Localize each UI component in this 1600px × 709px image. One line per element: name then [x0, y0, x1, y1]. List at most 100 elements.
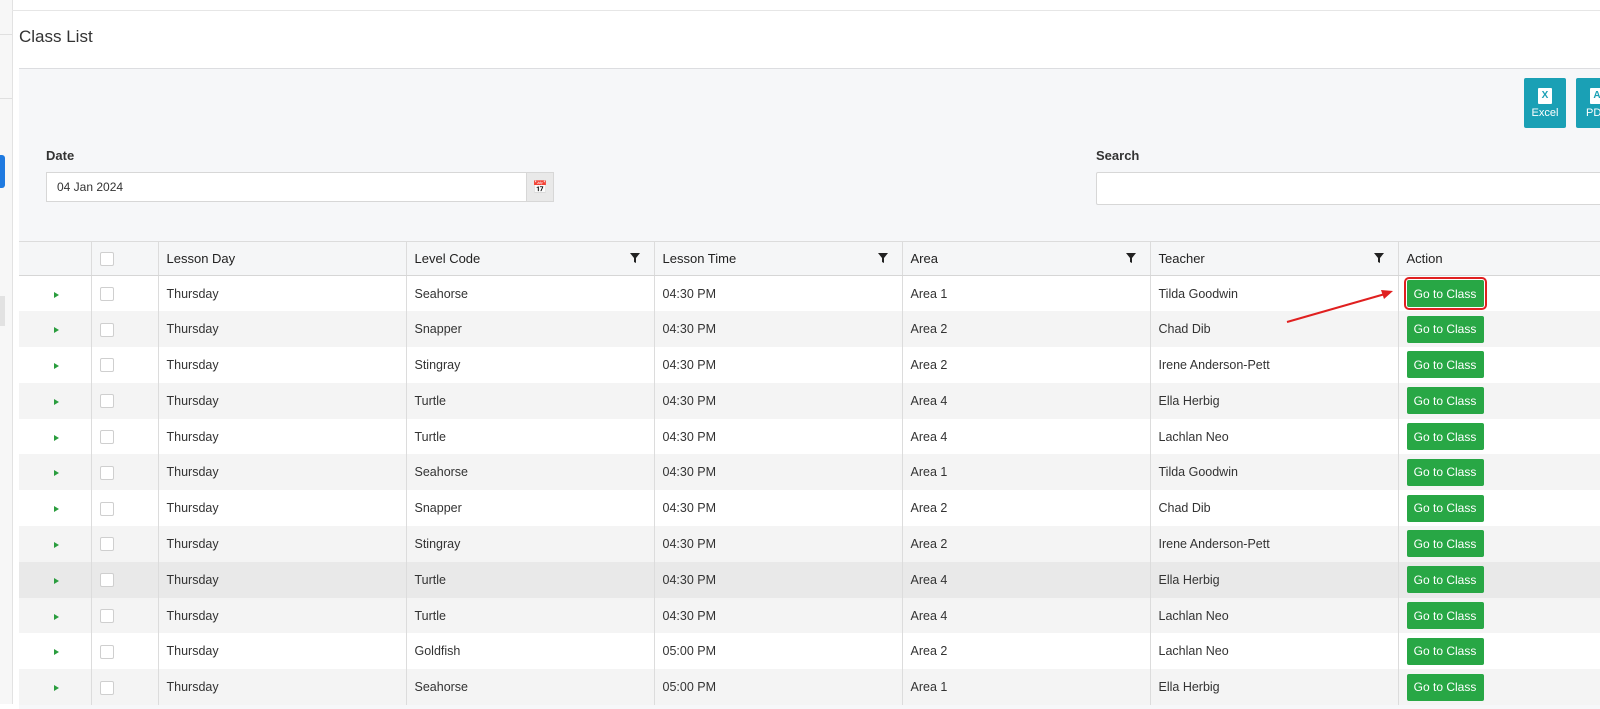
lesson-day-cell: Thursday: [158, 669, 407, 706]
go-to-class-button[interactable]: Go to Class: [1406, 423, 1484, 451]
table-row[interactable]: Thursday Snapper 04:30 PM Area 2 Chad Dib Go …: [19, 490, 1600, 527]
expand-row-icon[interactable]: [54, 434, 59, 441]
sidebar-item[interactable]: [0, 296, 5, 326]
expand-cell[interactable]: [19, 418, 92, 455]
filter-icon[interactable]: [629, 253, 640, 263]
excel-export-button[interactable]: X Excel: [1524, 78, 1566, 128]
expand-cell[interactable]: [19, 561, 92, 598]
expand-row-icon[interactable]: [54, 685, 59, 692]
row-checkbox[interactable]: [99, 644, 114, 659]
row-checkbox[interactable]: [99, 287, 114, 301]
expand-cell[interactable]: [19, 597, 92, 634]
action-cell: Go to Class: [1398, 454, 1600, 491]
expand-row-icon[interactable]: [54, 398, 59, 405]
column-header-level-code[interactable]: Level Code: [406, 241, 655, 276]
lesson-time-cell: 04:30 PM: [654, 454, 903, 491]
go-to-class-button[interactable]: Go to Class: [1406, 387, 1484, 415]
column-label: Level Code: [414, 251, 481, 266]
table-row[interactable]: Thursday Turtle 04:30 PM Area 4 Lachlan Neo G…: [19, 597, 1600, 634]
select-all-checkbox[interactable]: [99, 252, 114, 267]
row-checkbox[interactable]: [99, 429, 114, 444]
expand-cell[interactable]: [19, 382, 92, 419]
table-row[interactable]: Thursday Goldfish 05:00 PM Area 2 Lachlan Ne…: [19, 633, 1600, 670]
filter-icon[interactable]: [877, 253, 888, 263]
lesson-day-cell: Thursday: [158, 633, 407, 670]
page-title: Class List: [19, 27, 93, 46]
go-to-class-button[interactable]: Go to Class: [1406, 530, 1484, 558]
row-checkbox[interactable]: [99, 608, 114, 623]
filter-icon[interactable]: [1125, 253, 1136, 263]
teacher-cell: Ella Herbig: [1150, 669, 1399, 706]
row-checkbox[interactable]: [99, 465, 114, 480]
expand-cell[interactable]: [19, 490, 92, 527]
filter-icon[interactable]: [1373, 253, 1384, 263]
date-label: Date: [46, 148, 75, 163]
expand-row-icon[interactable]: [54, 327, 59, 334]
expand-row-icon[interactable]: [54, 362, 59, 369]
expand-cell[interactable]: [19, 454, 92, 491]
select-cell: [91, 597, 159, 634]
table-row[interactable]: Thursday Seahorse 04:30 PM Area 1 Tilda Good…: [19, 454, 1600, 491]
row-checkbox[interactable]: [99, 680, 114, 695]
table-row[interactable]: Thursday Stingray 04:30 PM Area 2 Irene Ande…: [19, 526, 1600, 562]
teacher-cell: Ella Herbig: [1150, 382, 1399, 419]
teacher-cell: Irene Anderson-Pett: [1150, 347, 1399, 383]
level-code-cell: Turtle: [406, 418, 655, 455]
expand-row-icon[interactable]: [54, 577, 59, 584]
go-to-class-button[interactable]: Go to Class: [1406, 315, 1484, 343]
select-cell: [91, 669, 159, 706]
row-checkbox[interactable]: [99, 573, 114, 588]
search-input[interactable]: [1096, 172, 1600, 205]
row-checkbox[interactable]: [99, 358, 114, 373]
go-to-class-button[interactable]: Go to Class: [1406, 566, 1484, 594]
go-to-class-button[interactable]: Go to Class: [1406, 351, 1484, 379]
table-row[interactable]: Thursday Turtle 04:30 PM Area 4 Ella Herbig G…: [19, 561, 1600, 598]
level-code-cell: Seahorse: [406, 454, 655, 491]
row-checkbox[interactable]: [99, 322, 114, 337]
expand-row-icon[interactable]: [54, 613, 59, 620]
sidebar-active-item[interactable]: [0, 155, 5, 188]
level-code-cell: Turtle: [406, 597, 655, 634]
go-to-class-button[interactable]: Go to Class: [1406, 602, 1484, 630]
lesson-time-cell: 04:30 PM: [654, 382, 903, 419]
lesson-day-cell: Thursday: [158, 597, 407, 634]
go-to-class-button[interactable]: Go to Class: [1406, 637, 1484, 665]
expand-cell[interactable]: [19, 633, 92, 670]
row-checkbox[interactable]: [99, 394, 114, 409]
area-cell: Area 1: [902, 275, 1151, 312]
select-cell: [91, 275, 159, 312]
pdf-export-button[interactable]: A PDF: [1576, 78, 1600, 128]
table-body: Thursday Seahorse 04:30 PM Area 1 Tilda Good…: [19, 275, 1600, 706]
column-header-area[interactable]: Area: [902, 241, 1151, 276]
date-picker: 📅: [46, 172, 554, 202]
expand-cell[interactable]: [19, 526, 92, 562]
column-label: Lesson Day: [166, 251, 236, 266]
expand-row-icon[interactable]: [54, 649, 59, 656]
table-row[interactable]: Thursday Turtle 04:30 PM Area 4 Lachlan Neo G…: [19, 418, 1600, 455]
expand-row-icon[interactable]: [54, 541, 59, 548]
expand-row-icon[interactable]: [54, 291, 59, 298]
select-cell: [91, 561, 159, 598]
table-row[interactable]: Thursday Seahorse 05:00 PM Area 1 Ella Herbi…: [19, 669, 1600, 706]
row-checkbox[interactable]: [99, 537, 114, 552]
table-row[interactable]: Thursday Stingray 04:30 PM Area 2 Irene Ande…: [19, 347, 1600, 383]
expand-cell[interactable]: [19, 669, 92, 706]
go-to-class-button[interactable]: Go to Class: [1406, 673, 1484, 701]
row-checkbox[interactable]: [99, 501, 114, 516]
go-to-class-button[interactable]: Go to Class: [1406, 494, 1484, 522]
expand-row-icon[interactable]: [54, 506, 59, 513]
column-header-lesson-day[interactable]: Lesson Day: [158, 241, 407, 276]
column-header-teacher[interactable]: Teacher: [1150, 241, 1399, 276]
expand-cell[interactable]: [19, 311, 92, 348]
go-to-class-button[interactable]: Go to Class: [1406, 458, 1484, 486]
expand-cell[interactable]: [19, 275, 92, 312]
calendar-icon[interactable]: 📅: [526, 173, 553, 201]
column-header-lesson-time[interactable]: Lesson Time: [654, 241, 903, 276]
expand-row-icon[interactable]: [54, 470, 59, 477]
go-to-class-button[interactable]: Go to Class: [1403, 277, 1487, 311]
expand-cell[interactable]: [19, 347, 92, 383]
select-cell: [91, 311, 159, 348]
date-input[interactable]: [47, 173, 526, 201]
action-cell: Go to Class: [1398, 275, 1600, 312]
table-row[interactable]: Thursday Turtle 04:30 PM Area 4 Ella Herbig G…: [19, 382, 1600, 419]
